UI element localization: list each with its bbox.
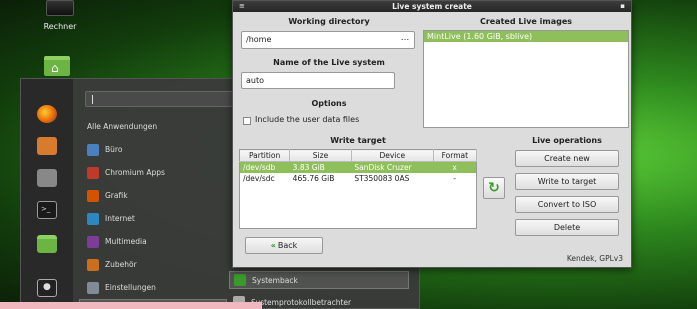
- category-icon: [87, 258, 99, 271]
- software-manager-icon[interactable]: [37, 137, 57, 155]
- write-to-target-button[interactable]: Write to target: [515, 173, 619, 190]
- category-icon: [87, 143, 99, 156]
- files-folder-icon[interactable]: [37, 235, 57, 253]
- live-system-create-window: ≡ Live system create ▪ Working directory…: [232, 0, 632, 268]
- column-header[interactable]: Device: [351, 149, 434, 162]
- menu-category-item[interactable]: Grafik: [79, 184, 227, 207]
- window-title: Live system create: [392, 2, 472, 11]
- menu-category-item[interactable]: Einstellungen: [79, 276, 227, 299]
- systemback-icon: [234, 274, 246, 286]
- partition-cell: /dev/sdb: [239, 161, 290, 173]
- table-header-row: Partition Size Device Format: [239, 149, 478, 162]
- format-cell: -: [453, 173, 456, 183]
- table-row[interactable]: /dev/sdb 3.83 GiB SanDisk Cruzer x: [239, 161, 477, 173]
- column-header[interactable]: Partition: [239, 149, 291, 162]
- firefox-icon[interactable]: [37, 105, 57, 123]
- category-label: Alle Anwendungen: [87, 122, 158, 131]
- back-chevron-icon: «: [270, 241, 276, 250]
- format-cell: x: [433, 161, 477, 173]
- window-menu-icon[interactable]: ≡: [239, 1, 245, 12]
- table-row[interactable]: /dev/sdc 465.76 GiB ST350083 0AS -: [240, 173, 477, 184]
- refresh-button[interactable]: ↻: [483, 177, 505, 199]
- computer-label: Rechner: [43, 22, 77, 31]
- options-label: Options: [311, 99, 347, 108]
- category-label: Einstellungen: [105, 283, 156, 292]
- working-directory-value: /home: [246, 35, 272, 44]
- working-directory-field[interactable]: /home ...: [241, 31, 415, 49]
- live-operations-label: Live operations: [532, 136, 602, 145]
- close-icon[interactable]: ▪: [620, 1, 625, 12]
- computer-desktop-icon[interactable]: Rechner: [38, 0, 82, 31]
- size-cell: 3.83 GiB: [289, 161, 352, 173]
- monitor-icon: [46, 0, 74, 16]
- live-name-label: Name of the Live system: [273, 58, 385, 67]
- create-new-button[interactable]: Create new: [515, 150, 619, 167]
- created-images-label: Created Live images: [479, 17, 573, 26]
- taskbar-strip: [0, 302, 262, 309]
- category-icon: [87, 281, 99, 294]
- menu-category-item[interactable]: Büro: [79, 138, 227, 161]
- menu-category-item[interactable]: Internet: [79, 207, 227, 230]
- write-target-label: Write target: [330, 136, 386, 145]
- app-label: Systemback: [252, 275, 298, 285]
- menu-category-item[interactable]: Chromium Apps: [79, 161, 227, 184]
- terminal-icon[interactable]: [37, 201, 57, 219]
- category-label: Multimedia: [105, 237, 147, 246]
- live-name-input[interactable]: auto: [241, 72, 395, 89]
- app-item-systemback[interactable]: Systemback: [229, 271, 409, 289]
- home-folder-icon[interactable]: [44, 56, 70, 76]
- window-titlebar: ≡ Live system create ▪: [233, 1, 631, 12]
- category-icon: [87, 189, 99, 202]
- back-button[interactable]: «Back: [245, 237, 323, 254]
- created-images-list[interactable]: MintLive (1.60 GiB, sblive): [423, 30, 629, 128]
- delete-button[interactable]: Delete: [515, 219, 619, 236]
- category-label: Büro: [105, 145, 123, 154]
- working-directory-label: Working directory: [288, 17, 370, 26]
- favorites-bar: [21, 79, 73, 308]
- size-cell: 465.76 GiB: [292, 173, 335, 183]
- category-icon: [87, 212, 99, 225]
- credits-label: Kendek, GPLv3: [566, 254, 623, 263]
- partition-cell: /dev/sdc: [243, 173, 275, 183]
- device-cell: ST350083 0AS: [354, 173, 410, 183]
- write-target-table[interactable]: Partition Size Device Format /dev/sdb 3.…: [239, 149, 478, 229]
- column-header[interactable]: Size: [289, 149, 352, 162]
- app-label: Systemprotokollbetrachter: [251, 297, 352, 307]
- column-header[interactable]: Format: [433, 149, 478, 162]
- category-label: Grafik: [105, 191, 128, 200]
- category-icon: [87, 235, 99, 248]
- power-icon[interactable]: [37, 279, 57, 297]
- category-list: Alle Anwendungen Büro Chromium Apps Grafik I…: [79, 115, 227, 309]
- convert-to-iso-button[interactable]: Convert to ISO: [515, 196, 619, 213]
- category-label: Zubehör: [105, 260, 137, 269]
- menu-category-item[interactable]: Alle Anwendungen: [79, 115, 227, 138]
- table-filler: [240, 184, 477, 229]
- device-cell: SanDisk Cruzer: [351, 161, 434, 173]
- settings-icon[interactable]: [37, 169, 57, 187]
- browse-button[interactable]: ...: [398, 33, 412, 47]
- category-label: Internet: [105, 214, 135, 223]
- category-icon: [87, 166, 99, 179]
- menu-category-item[interactable]: Multimedia: [79, 230, 227, 253]
- include-user-data-label: Include the user data files: [255, 115, 360, 124]
- menu-category-item[interactable]: Zubehör: [79, 253, 227, 276]
- live-name-value: auto: [246, 76, 265, 85]
- category-label: Chromium Apps: [105, 168, 165, 177]
- live-image-item[interactable]: MintLive (1.60 GiB, sblive): [424, 31, 628, 42]
- back-label: Back: [277, 241, 298, 250]
- include-user-data-checkbox[interactable]: [243, 117, 251, 125]
